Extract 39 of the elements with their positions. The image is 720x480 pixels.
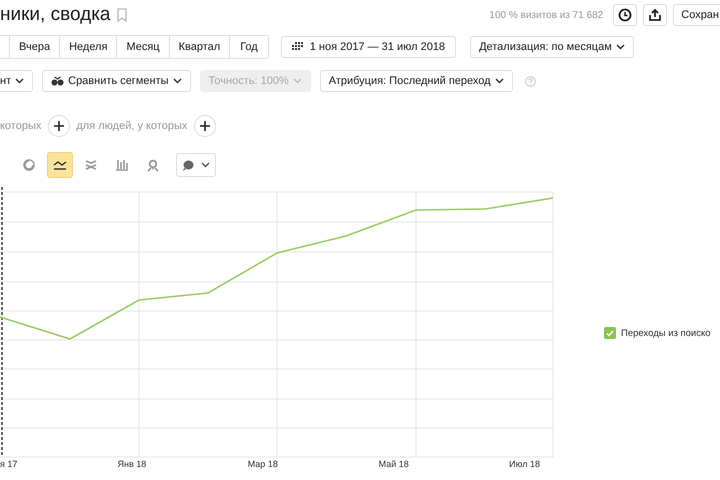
plus-icon: [200, 121, 210, 131]
plus-icon: [54, 121, 64, 131]
history-button[interactable]: [613, 4, 638, 26]
axis-label: Май 18: [378, 459, 410, 471]
axis-label: Июл 18: [508, 459, 541, 471]
caret-icon: [292, 78, 302, 84]
segment-condition: которых: [0, 120, 42, 132]
caret-icon: [15, 78, 24, 84]
caret-icon: [494, 78, 504, 84]
segment-condition: для людей, у которых: [76, 120, 188, 132]
caret-icon: [172, 78, 182, 84]
check-icon: [606, 330, 614, 336]
legend-checkbox[interactable]: [604, 327, 616, 339]
caret-icon: [201, 162, 210, 168]
comments-dropdown[interactable]: [176, 153, 216, 177]
export-icon: [648, 8, 662, 22]
comment-icon: [182, 160, 194, 170]
axis-label: Мар 18: [246, 459, 279, 471]
filter-dropdown[interactable]: Атрибуция: Последний переход: [320, 70, 513, 92]
filter-dropdown[interactable]: нт: [0, 70, 34, 92]
legend-label: Переходы из поиско: [621, 328, 711, 338]
add-condition-button[interactable]: [194, 115, 216, 137]
line-chart-icon[interactable]: [47, 152, 73, 178]
visits-note: 100 % визитов из 71 682: [489, 10, 604, 20]
export-button[interactable]: [643, 4, 668, 26]
caret-icon: [616, 44, 625, 50]
clock-icon: [618, 8, 632, 22]
save-button[interactable]: Сохран: [673, 4, 720, 26]
axis-label: Янв 18: [116, 459, 148, 471]
axis-label: я 17: [0, 459, 18, 471]
bookmark-icon[interactable]: [116, 8, 127, 22]
report-title: ники, сводка: [0, 4, 111, 26]
compare-segments-dropdown[interactable]: Сравнить сегменты: [42, 70, 191, 92]
date-range-button[interactable]: 1 ноя 2017 — 31 июл 2018: [280, 36, 456, 58]
help-icon[interactable]: [524, 76, 536, 86]
add-condition-button[interactable]: [48, 115, 70, 137]
segments-icon: [51, 76, 64, 86]
detail-dropdown[interactable]: Детализация: по месяцам: [470, 36, 634, 58]
calendar-icon: [290, 42, 303, 52]
